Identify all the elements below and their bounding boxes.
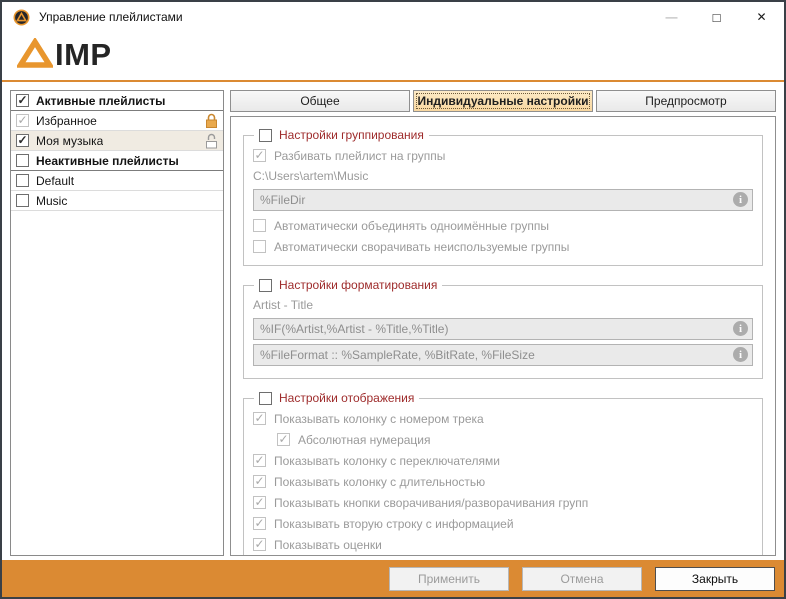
footer-bar: Применить Отмена Закрыть: [2, 560, 784, 597]
template-input-value: %FileDir: [260, 193, 305, 207]
playlist-row[interactable]: Активные плейлисты: [11, 91, 223, 111]
playlist-row[interactable]: Неактивные плейлисты: [11, 151, 223, 171]
tab-active[interactable]: Индивидуальные настройки: [413, 90, 593, 112]
settings-panel: Настройки группирования Разбивать плейлис…: [230, 116, 776, 556]
group-box: Настройки группирования Разбивать плейлис…: [243, 128, 763, 266]
playlist-label: Music: [36, 194, 67, 208]
lock-open-icon: [205, 133, 218, 149]
titlebar: Управление плейлистами — □ ✕: [2, 2, 784, 32]
option-row: Показывать вторую строку с информацией: [253, 513, 753, 534]
option-checkbox[interactable]: [253, 240, 266, 253]
option-label: Показывать оценки: [274, 538, 382, 552]
option-label: Показывать колонку с длительностью: [274, 475, 485, 489]
group-checkbox[interactable]: [259, 279, 272, 292]
option-row: Разбивать плейлист на группы: [253, 145, 753, 166]
option-row: Автоматически сворачивать неиспользуемые…: [253, 236, 753, 257]
group-box: Настройки отображения Показывать колонку …: [243, 391, 763, 556]
option-row: Показывать колонку с переключателями: [253, 450, 753, 471]
playlist-checkbox[interactable]: [16, 114, 29, 127]
dialog-content: Активные плейлисты Избранное Моя музыка Неа…: [2, 82, 784, 560]
playlist-row[interactable]: Избранное: [11, 111, 223, 131]
cancel-button[interactable]: Отмена: [522, 567, 642, 591]
group-legend: Настройки форматирования: [254, 278, 442, 292]
tab-bar: ОбщееИндивидуальные настройкиПредпросмот…: [230, 90, 776, 112]
lock-closed-icon: [205, 113, 218, 129]
group-checkbox[interactable]: [259, 129, 272, 142]
playlist-checkbox[interactable]: [16, 94, 29, 107]
template-input-value: %IF(%Artist,%Artist - %Title,%Title): [260, 322, 448, 336]
group-title: Настройки отображения: [279, 391, 414, 405]
option-checkbox[interactable]: [253, 454, 266, 467]
option-label: Показывать вторую строку с информацией: [274, 517, 514, 531]
playlist-label: Неактивные плейлисты: [36, 154, 179, 168]
maximize-button[interactable]: □: [694, 2, 739, 32]
window-title: Управление плейлистами: [39, 10, 649, 24]
playlist-label: Default: [36, 174, 74, 188]
option-checkbox[interactable]: [253, 412, 266, 425]
aimp-logo-text: IMP: [55, 37, 112, 73]
option-label: Автоматически объединять одноимённые гру…: [274, 219, 549, 233]
minimize-button[interactable]: —: [649, 2, 694, 32]
playlist-label: Моя музыка: [36, 134, 103, 148]
option-checkbox[interactable]: [253, 219, 266, 232]
option-label: Автоматически сворачивать неиспользуемые…: [274, 240, 569, 254]
playlist-checkbox[interactable]: [16, 194, 29, 207]
option-checkbox[interactable]: [253, 496, 266, 509]
group-legend: Настройки группирования: [254, 128, 429, 142]
option-checkbox[interactable]: [253, 475, 266, 488]
playlist-list: Активные плейлисты Избранное Моя музыка Неа…: [10, 90, 224, 556]
option-checkbox[interactable]: [277, 433, 290, 446]
playlist-checkbox[interactable]: [16, 134, 29, 147]
option-row: Показывать колонку с длительностью: [253, 471, 753, 492]
option-checkbox[interactable]: [253, 538, 266, 551]
option-label: Показывать колонку с номером трека: [274, 412, 484, 426]
playlist-label: Активные плейлисты: [36, 94, 165, 108]
playlist-checkbox[interactable]: [16, 174, 29, 187]
option-row: Показывать кнопки сворачивания/разворачи…: [253, 492, 753, 513]
preview-text: C:\Users\artem\Music: [253, 166, 753, 186]
option-checkbox[interactable]: [253, 149, 266, 162]
option-label: Показывать кнопки сворачивания/разворачи…: [274, 496, 588, 510]
template-input[interactable]: %FileFormat :: %SampleRate, %BitRate, %F…: [253, 344, 753, 366]
playlist-label: Избранное: [36, 114, 97, 128]
group-legend: Настройки отображения: [254, 391, 419, 405]
option-label: Показывать колонку с переключателями: [274, 454, 500, 468]
apply-button[interactable]: Применить: [389, 567, 509, 591]
option-row: Абсолютная нумерация: [277, 429, 753, 450]
group-title: Настройки форматирования: [279, 278, 437, 292]
close-window-button[interactable]: ✕: [739, 2, 784, 32]
template-input[interactable]: %FileDir i: [253, 189, 753, 211]
aimp-triangle-icon: [17, 38, 53, 74]
group-checkbox[interactable]: [259, 392, 272, 405]
window-controls: — □ ✕: [649, 2, 784, 32]
template-input[interactable]: %IF(%Artist,%Artist - %Title,%Title) i: [253, 318, 753, 340]
group-box: Настройки форматирования Artist - Title %I…: [243, 278, 763, 379]
aimp-app-icon: [13, 9, 30, 26]
playlist-checkbox[interactable]: [16, 154, 29, 167]
option-checkbox[interactable]: [253, 517, 266, 530]
option-label: Разбивать плейлист на группы: [274, 149, 445, 163]
group-title: Настройки группирования: [279, 128, 424, 142]
playlist-row[interactable]: Default: [11, 171, 223, 191]
option-label: Абсолютная нумерация: [298, 433, 431, 447]
aimp-logo: IMP: [2, 32, 784, 80]
preview-text: Artist - Title: [253, 295, 753, 315]
info-icon[interactable]: i: [733, 192, 748, 207]
option-row: Показывать оценки: [253, 534, 753, 555]
tab-inactive[interactable]: Предпросмотр: [596, 90, 776, 112]
info-icon[interactable]: i: [733, 321, 748, 336]
option-row: Автоматически объединять одноимённые гру…: [253, 215, 753, 236]
tab-inactive[interactable]: Общее: [230, 90, 410, 112]
option-row: Показывать колонку с номером трека: [253, 408, 753, 429]
close-button[interactable]: Закрыть: [655, 567, 775, 591]
template-input-value: %FileFormat :: %SampleRate, %BitRate, %F…: [260, 348, 535, 362]
info-icon[interactable]: i: [733, 347, 748, 362]
main-area: ОбщееИндивидуальные настройкиПредпросмот…: [230, 90, 776, 556]
playlist-row[interactable]: Моя музыка: [11, 131, 223, 151]
playlist-row[interactable]: Music: [11, 191, 223, 211]
playlist-manager-window: Управление плейлистами — □ ✕ IMP Активны…: [0, 0, 786, 599]
